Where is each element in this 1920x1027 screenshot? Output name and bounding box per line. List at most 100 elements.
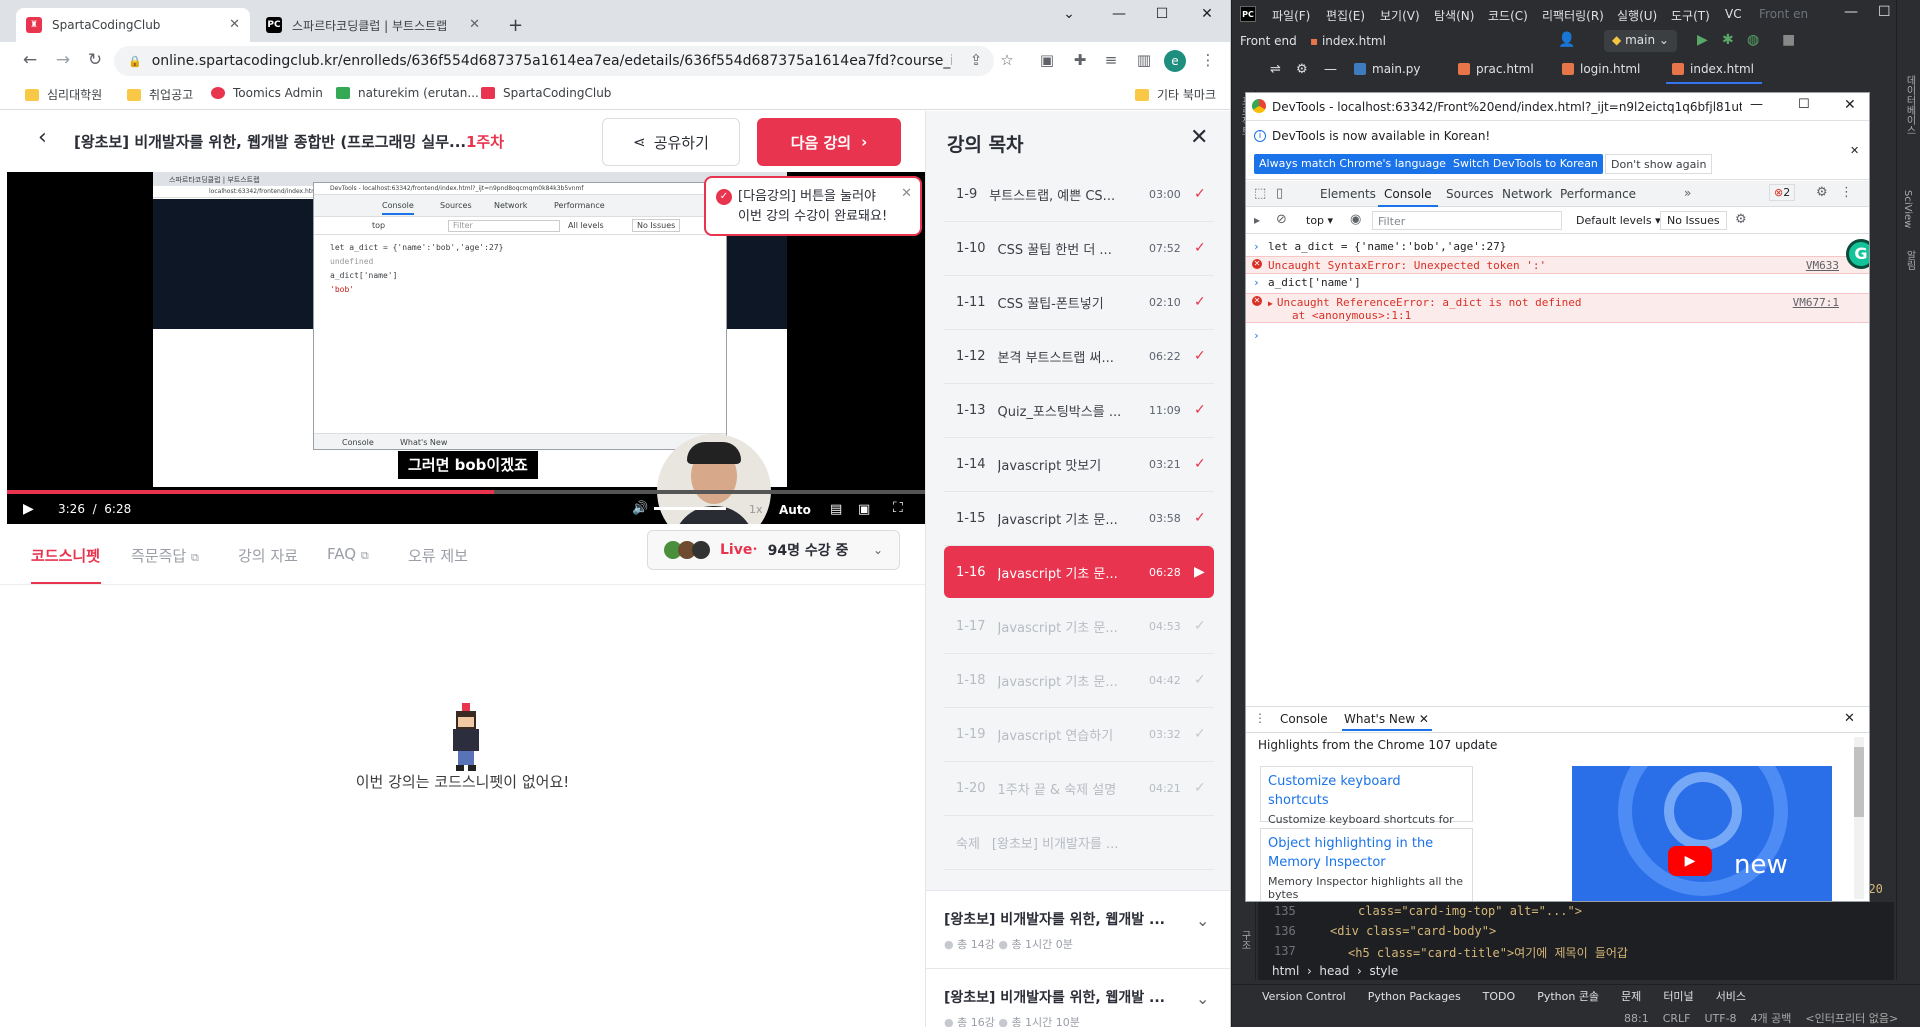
toc-item[interactable]: 1-11 CSS 꿀팁-폰트넣기 02:10 ✓ (944, 276, 1214, 328)
drawer-scrollbar[interactable] (1854, 737, 1864, 899)
panel-tab-network[interactable]: Network (1502, 187, 1552, 201)
share-page-icon[interactable]: ⇪ (966, 51, 986, 71)
toc-item[interactable]: 숙제 [왕초보] 비개발자를 ... (944, 816, 1214, 868)
dt-close-button[interactable]: ✕ (1844, 97, 1856, 113)
toc-item[interactable]: 1-15 Javascript 기초 문... 03:58 ✓ (944, 492, 1214, 544)
close-tooltip-icon[interactable]: ✕ (901, 184, 912, 204)
tab-code-snippet[interactable]: 코드스니펫 (31, 545, 100, 566)
tab-faq[interactable]: FAQ ⧉ (327, 545, 369, 563)
coverage-icon[interactable]: ◍ (1747, 32, 1759, 48)
close-infobar-icon[interactable]: ✕ (1850, 144, 1859, 157)
close-tab-icon[interactable]: ✕ (469, 17, 480, 32)
bookmark-toomics[interactable]: Toomics Admin (211, 86, 323, 100)
user-icon[interactable]: 👤 (1558, 32, 1575, 48)
toc-item[interactable]: 1-14 Javascript 맛보기 03:21 ✓ (944, 438, 1214, 490)
close-toc-icon[interactable]: ✕ (1190, 125, 1208, 150)
bookmark-folder-graduate[interactable]: 심리대학원 (25, 86, 102, 103)
video-progress-track[interactable] (7, 490, 925, 494)
toc-item[interactable]: 1-20 1주차 끝 & 숙제 설명 04:21 ✓ (944, 762, 1214, 814)
toc-item[interactable]: 1-10 CSS 꿀팁 한번 더 ... 07:52 ✓ (944, 222, 1214, 274)
toc-course-section[interactable]: [왕초보] 비개발자를 위한, 웹개발 ... ● 총 14강 ● 총 1시간 0… (926, 890, 1230, 968)
ide-menu-item[interactable]: 파일(F) (1272, 7, 1310, 24)
address-bar[interactable]: 🔒 online.spartacodingclub.kr/enrolleds/6… (114, 46, 994, 76)
status-tool-button[interactable]: 서비스 (1716, 990, 1746, 1003)
toc-item[interactable]: 1-12 본격 부트스트랩 써... 06:22 ✓ (944, 330, 1214, 382)
forward-icon[interactable]: → (52, 50, 74, 70)
devtools-settings-icon[interactable]: ⚙ (1816, 185, 1828, 200)
tab-materials[interactable]: 강의 자료 (238, 545, 298, 566)
bookmark-star-icon[interactable]: ☆ (997, 51, 1017, 71)
bookmark-other[interactable]: 기타 북마크 (1135, 86, 1216, 103)
status-info[interactable]: UTF-8 (1704, 1012, 1736, 1025)
editor-tab-index-html[interactable]: index.html (1672, 62, 1754, 76)
dt-maximize-button[interactable]: ☐ (1798, 97, 1810, 112)
structure-tool-button[interactable]: 구조 (1237, 930, 1252, 950)
media-control-icon[interactable]: ≡ (1101, 51, 1121, 71)
ide-menu-item[interactable]: 실행(U) (1617, 7, 1657, 24)
bookmark-sparta[interactable]: SpartaCodingClub (481, 86, 611, 100)
context-selector[interactable]: top ▾ (1306, 214, 1333, 227)
inspect-element-icon[interactable]: ⬚ (1254, 186, 1266, 201)
more-menu-icon[interactable]: ⋮ (1198, 51, 1218, 71)
status-tool-button[interactable]: 터미널 (1663, 990, 1693, 1003)
clear-console-icon[interactable]: ⊘ (1276, 212, 1287, 227)
captions-icon[interactable]: ▤ (830, 502, 842, 517)
error-count-badge[interactable]: ⊗2 (1769, 184, 1796, 201)
ide-breadcrumb-project[interactable]: Front end (1240, 34, 1297, 48)
ide-minimize-button[interactable]: — (1844, 4, 1858, 20)
close-tab-icon[interactable]: ✕ (229, 17, 240, 32)
database-tool-button[interactable]: 데이터베이스 (1902, 75, 1917, 135)
toc-course-section[interactable]: [왕초보] 비개발자를 위한, 웹개발 ... ● 총 16강 ● 총 1시간 1… (926, 968, 1230, 1027)
whats-new-card[interactable]: Customize keyboard shortcuts Customize k… (1260, 766, 1473, 852)
toc-item[interactable]: 1-18 Javascript 기초 문... 04:42 ✓ (944, 654, 1214, 706)
ide-menu-item[interactable]: 코드(C) (1488, 7, 1528, 24)
editor-tab-login-html[interactable]: login.html (1562, 62, 1640, 76)
quality-button[interactable]: Auto (779, 503, 811, 517)
drawer-tab-console[interactable]: Console (1280, 712, 1328, 726)
toc-item[interactable]: 1-16 Javascript 기초 문... 06:28 ▶ (944, 546, 1214, 598)
ide-maximize-button[interactable]: ☐ (1878, 4, 1891, 20)
ide-menu-item[interactable]: VC (1725, 7, 1742, 21)
devtools-more-icon[interactable]: ⋮ (1840, 185, 1853, 200)
switch-to-korean-button[interactable]: Switch DevTools to Korean (1448, 154, 1603, 174)
panel-tab-performance[interactable]: Performance (1560, 187, 1636, 201)
maximize-button[interactable]: ☐ (1147, 6, 1177, 22)
sciview-tool-button[interactable]: SciView (1902, 190, 1913, 228)
status-tool-button[interactable]: Version Control (1262, 990, 1346, 1003)
dt-minimize-button[interactable]: — (1750, 97, 1763, 112)
dont-show-again-button[interactable]: Don't show again (1605, 154, 1713, 174)
ide-menu-item[interactable]: 리팩터링(R) (1542, 7, 1604, 24)
sidebar-toggle-icon[interactable]: ▸ (1254, 213, 1260, 227)
live-viewers-box[interactable]: Live • 94명 수강 중 ⌄ (647, 530, 900, 570)
stop-icon[interactable]: ■ (1782, 32, 1795, 48)
run-config-selector[interactable]: ◆ main ⌄ (1604, 30, 1677, 52)
back-arrow-icon[interactable]: ‹ (38, 125, 47, 150)
bookmark-folder-jobs[interactable]: 취업공고 (127, 86, 193, 103)
back-icon[interactable]: ← (19, 50, 41, 70)
next-lecture-button[interactable]: 다음 강의 › (757, 118, 901, 166)
minus-icon[interactable]: — (1324, 62, 1337, 77)
ide-breadcrumb-file[interactable]: ▪ index.html (1310, 34, 1386, 48)
status-tool-button[interactable]: Python 콘솔 (1537, 990, 1599, 1003)
extension-icon[interactable]: ▣ (1037, 51, 1057, 71)
collapse-icon[interactable]: ⇌ (1270, 62, 1281, 77)
fullscreen-icon[interactable]: ⛶ (893, 500, 903, 516)
play-icon[interactable]: ▶ (23, 501, 34, 517)
panel-tab-console[interactable]: Console (1384, 187, 1432, 201)
console-error-line[interactable]: ✕ ▶ Uncaught ReferenceError: a_dict is not… (1246, 293, 1869, 323)
volume-icon[interactable]: 🔊 (632, 501, 648, 516)
editor-tab-main-py[interactable]: main.py (1354, 62, 1421, 76)
puzzle-extensions-icon[interactable]: ✚ (1070, 51, 1090, 71)
debug-icon[interactable]: ✱ (1722, 32, 1734, 48)
toc-item[interactable]: 1-13 Quiz_포스팅박스를 ... 11:09 ✓ (944, 384, 1214, 436)
tab-bug-report[interactable]: 오류 제보 (408, 545, 468, 566)
volume-slider[interactable] (654, 507, 726, 510)
run-icon[interactable]: ▶ (1697, 32, 1708, 48)
tab-qna[interactable]: 즉문즉답 ⧉ (131, 545, 199, 566)
whats-new-video-thumbnail[interactable]: ▶ new (1572, 766, 1832, 901)
drawer-menu-icon[interactable]: ⋮ (1254, 711, 1266, 725)
whats-new-card[interactable]: Object highlighting in the Memory Inspec… (1260, 828, 1473, 901)
picture-in-picture-icon[interactable]: ▣ (858, 502, 870, 517)
side-panel-icon[interactable]: ▥ (1134, 51, 1154, 71)
console-settings-icon[interactable]: ⚙ (1735, 212, 1747, 227)
